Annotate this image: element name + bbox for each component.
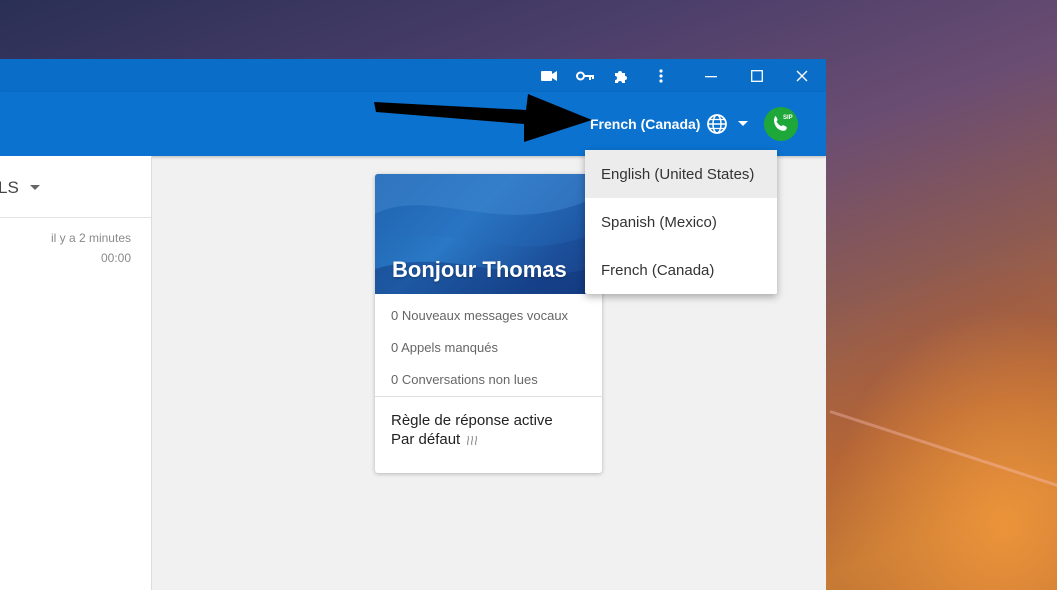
desktop-wallpaper-glow: [797, 270, 1057, 590]
greeting-title: Bonjour Thomas: [392, 257, 567, 282]
steam-icon: [465, 434, 479, 446]
left-panel: LS il y a 2 minutes 00:00: [0, 156, 152, 590]
welcome-card: Bonjour Thomas 0 Nouveaux messages vocau…: [375, 174, 602, 473]
menu-item-english-us[interactable]: English (United States): [585, 150, 777, 198]
key-icon[interactable]: [574, 59, 596, 92]
card-hero-banner: Bonjour Thomas: [375, 174, 602, 294]
active-rule-title: Règle de réponse active: [391, 412, 553, 429]
video-camera-icon[interactable]: [538, 59, 560, 92]
stat-missed-calls: 0 Appels manqués: [391, 340, 498, 355]
language-menu: English (United States) Spanish (Mexico)…: [585, 150, 777, 294]
language-selector[interactable]: French (Canada): [590, 107, 749, 141]
filter-label: LS: [0, 178, 19, 197]
active-rule-value: Par défaut: [391, 431, 479, 448]
filter-dropdown[interactable]: LS: [0, 156, 151, 218]
sip-phone-button[interactable]: SIP: [764, 107, 798, 141]
puzzle-extension-icon[interactable]: [610, 59, 632, 92]
menu-item-french-canada[interactable]: French (Canada): [585, 246, 777, 294]
window-titlebar: [0, 59, 826, 92]
annotation-arrow-icon: [374, 94, 592, 142]
menu-item-spanish-mexico[interactable]: Spanish (Mexico): [585, 198, 777, 246]
chevron-down-icon: [738, 121, 749, 127]
maximize-icon[interactable]: [744, 59, 770, 92]
caret-down-icon: [30, 185, 40, 190]
active-rule-value-text: Par défaut: [391, 431, 461, 448]
list-item-time-ago: il y a 2 minutes: [50, 231, 131, 245]
stat-voicemail: 0 Nouveaux messages vocaux: [391, 308, 569, 323]
language-selector-label: French (Canada): [590, 116, 701, 132]
stat-unread-conversations: 0 Conversations non lues: [391, 372, 538, 387]
close-icon[interactable]: [789, 59, 815, 92]
minimize-icon[interactable]: [698, 59, 724, 92]
more-vert-icon[interactable]: [650, 59, 672, 92]
sip-badge: SIP: [783, 115, 793, 121]
globe-icon: [706, 113, 728, 135]
card-divider: [375, 396, 602, 397]
list-item-duration: 00:00: [100, 251, 131, 265]
